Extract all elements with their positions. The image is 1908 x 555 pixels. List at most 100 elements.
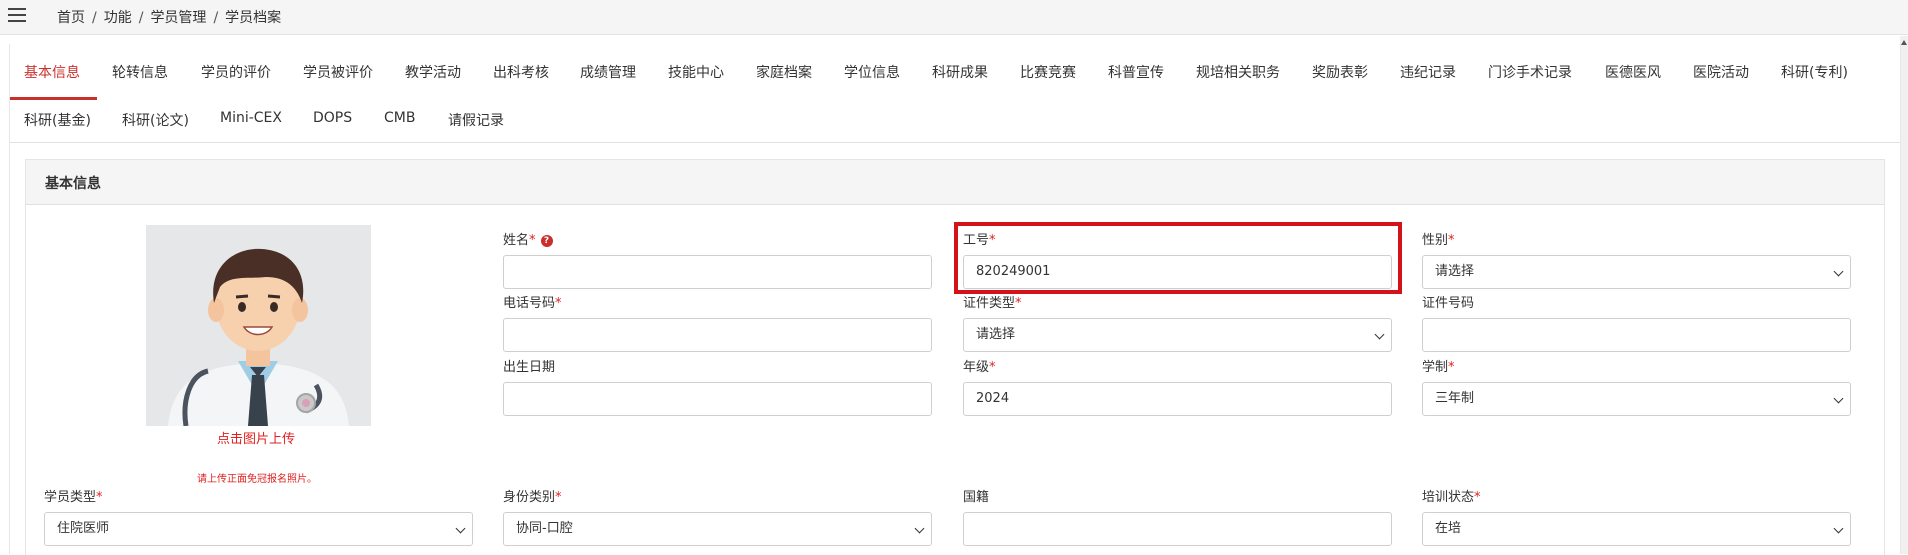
train-status-select-value: 在培 bbox=[1435, 521, 1462, 536]
chevron-down-icon bbox=[455, 523, 466, 534]
id-no-input[interactable] bbox=[1422, 318, 1851, 352]
tab-ethics[interactable]: 医德医风 bbox=[1605, 62, 1661, 82]
grade-input[interactable]: 2024 bbox=[963, 382, 1392, 416]
duration-select-value: 三年制 bbox=[1435, 391, 1475, 406]
breadcrumb: 首页 / 功能 / 学员管理 / 学员档案 bbox=[57, 7, 281, 27]
emp-no-label-text: 工号 bbox=[963, 233, 990, 248]
breadcrumb-current: 学员档案 bbox=[225, 10, 282, 26]
tab-dops[interactable]: DOPS bbox=[313, 110, 352, 126]
identity-label-text: 身份类别 bbox=[503, 490, 556, 505]
gender-label-text: 性别 bbox=[1422, 233, 1449, 248]
identity-select[interactable]: 协同-口腔 bbox=[503, 512, 932, 546]
grade-label: 年级* bbox=[963, 356, 996, 375]
tab-leave-records[interactable]: 请假记录 bbox=[448, 110, 504, 130]
breadcrumb-student-management[interactable]: 学员管理 bbox=[150, 10, 206, 26]
avatar-upload[interactable] bbox=[146, 225, 371, 426]
gender-select-value: 请选择 bbox=[1435, 264, 1475, 279]
tab-degree[interactable]: 学位信息 bbox=[844, 62, 900, 82]
train-status-select[interactable]: 在培 bbox=[1422, 512, 1851, 546]
student-type-label: 学员类型* bbox=[44, 486, 103, 505]
tab-outpatient-surgery[interactable]: 门诊手术记录 bbox=[1488, 62, 1572, 82]
student-type-select[interactable]: 住院医师 bbox=[44, 512, 473, 546]
id-no-label-text: 证件号码 bbox=[1422, 296, 1475, 311]
gender-label: 性别* bbox=[1422, 229, 1455, 248]
breadcrumb-separator: / bbox=[213, 10, 219, 26]
panel-title: 基本信息 bbox=[45, 176, 101, 192]
tab-cmb[interactable]: CMB bbox=[384, 110, 415, 126]
required-mark: * bbox=[989, 233, 996, 248]
help-icon[interactable]: ? bbox=[540, 235, 553, 247]
breadcrumb-home[interactable]: 首页 bbox=[57, 10, 85, 26]
gender-select[interactable]: 请选择 bbox=[1422, 255, 1851, 289]
top-bar: 首页 / 功能 / 学员管理 / 学员档案 bbox=[0, 0, 1908, 35]
tab-exit-exam[interactable]: 出科考核 bbox=[493, 62, 549, 82]
name-input[interactable] bbox=[503, 255, 932, 289]
tab-competitions[interactable]: 比赛竞赛 bbox=[1020, 62, 1076, 82]
tab-teaching[interactable]: 教学活动 bbox=[405, 62, 461, 82]
id-type-label: 证件类型* bbox=[963, 292, 1022, 311]
emp-no-label: 工号* bbox=[963, 229, 996, 248]
upload-photo-link[interactable]: 点击图片上传 bbox=[217, 428, 295, 447]
nationality-label: 国籍 bbox=[963, 486, 989, 505]
required-mark: * bbox=[96, 490, 103, 505]
chevron-down-icon bbox=[1833, 523, 1844, 534]
required-mark: * bbox=[555, 490, 562, 505]
chevron-down-icon bbox=[1374, 329, 1385, 340]
name-label-text: 姓名 bbox=[503, 233, 530, 248]
tab-research-results[interactable]: 科研成果 bbox=[932, 62, 988, 82]
grade-label-text: 年级 bbox=[963, 360, 990, 375]
student-type-select-value: 住院医师 bbox=[57, 521, 110, 536]
chevron-down-icon bbox=[1833, 266, 1844, 277]
id-type-label-text: 证件类型 bbox=[963, 296, 1016, 311]
required-mark: * bbox=[1448, 233, 1455, 248]
duration-label-text: 学制 bbox=[1422, 360, 1449, 375]
train-status-label-text: 培训状态 bbox=[1422, 490, 1475, 505]
chevron-down-icon bbox=[914, 523, 925, 534]
tab-scores[interactable]: 成绩管理 bbox=[580, 62, 636, 82]
duration-select[interactable]: 三年制 bbox=[1422, 382, 1851, 416]
required-mark: * bbox=[1474, 490, 1481, 505]
phone-label: 电话号码* bbox=[503, 292, 562, 311]
required-mark: * bbox=[1015, 296, 1022, 311]
train-status-label: 培训状态* bbox=[1422, 486, 1481, 505]
phone-label-text: 电话号码 bbox=[503, 296, 556, 311]
breadcrumb-functions[interactable]: 功能 bbox=[104, 10, 132, 26]
id-no-label: 证件号码 bbox=[1422, 292, 1474, 311]
tab-hospital-activities[interactable]: 医院活动 bbox=[1693, 62, 1749, 82]
required-mark: * bbox=[555, 296, 562, 311]
required-mark: * bbox=[1448, 360, 1455, 375]
breadcrumb-separator: / bbox=[92, 10, 97, 26]
identity-select-value: 协同-口腔 bbox=[516, 521, 573, 536]
duration-label: 学制* bbox=[1422, 356, 1455, 375]
identity-label: 身份类别* bbox=[503, 486, 562, 505]
upload-photo-hint: 请上传正面免冠报名照片。 bbox=[197, 474, 317, 485]
breadcrumb-separator: / bbox=[138, 10, 144, 26]
menu-icon[interactable] bbox=[8, 8, 26, 22]
nationality-input[interactable] bbox=[963, 512, 1392, 546]
birth-date-input[interactable] bbox=[503, 382, 932, 416]
tab-student-evaluated[interactable]: 学员被评价 bbox=[303, 62, 373, 82]
tab-student-evaluation[interactable]: 学员的评价 bbox=[201, 62, 271, 82]
tab-science-pop[interactable]: 科普宣传 bbox=[1108, 62, 1164, 82]
tab-research-patent[interactable]: 科研(专利) bbox=[1781, 62, 1848, 82]
tab-research-papers[interactable]: 科研(论文) bbox=[122, 110, 189, 130]
tabs-divider bbox=[10, 142, 1900, 143]
tab-research-fund[interactable]: 科研(基金) bbox=[24, 110, 91, 130]
phone-input[interactable] bbox=[503, 318, 932, 352]
name-label: 姓名*? bbox=[503, 229, 553, 248]
emp-no-input[interactable]: 820249001 bbox=[963, 255, 1392, 289]
tab-discipline[interactable]: 违纪记录 bbox=[1400, 62, 1456, 82]
id-type-select[interactable]: 请选择 bbox=[963, 318, 1392, 352]
tab-rotation[interactable]: 轮转信息 bbox=[112, 62, 168, 82]
scroll-up-icon[interactable] bbox=[1901, 40, 1907, 45]
tab-mini-cex[interactable]: Mini-CEX bbox=[220, 110, 282, 126]
page-scrollbar[interactable] bbox=[1900, 36, 1908, 554]
tab-family[interactable]: 家庭档案 bbox=[756, 62, 812, 82]
tab-skills[interactable]: 技能中心 bbox=[668, 62, 724, 82]
birth-label: 出生日期 bbox=[503, 356, 555, 375]
chevron-down-icon bbox=[1833, 393, 1844, 404]
tab-training-posts[interactable]: 规培相关职务 bbox=[1196, 62, 1280, 82]
tab-awards[interactable]: 奖励表彰 bbox=[1312, 62, 1368, 82]
nationality-label-text: 国籍 bbox=[963, 490, 990, 505]
tab-basic-info[interactable]: 基本信息 bbox=[24, 62, 80, 82]
